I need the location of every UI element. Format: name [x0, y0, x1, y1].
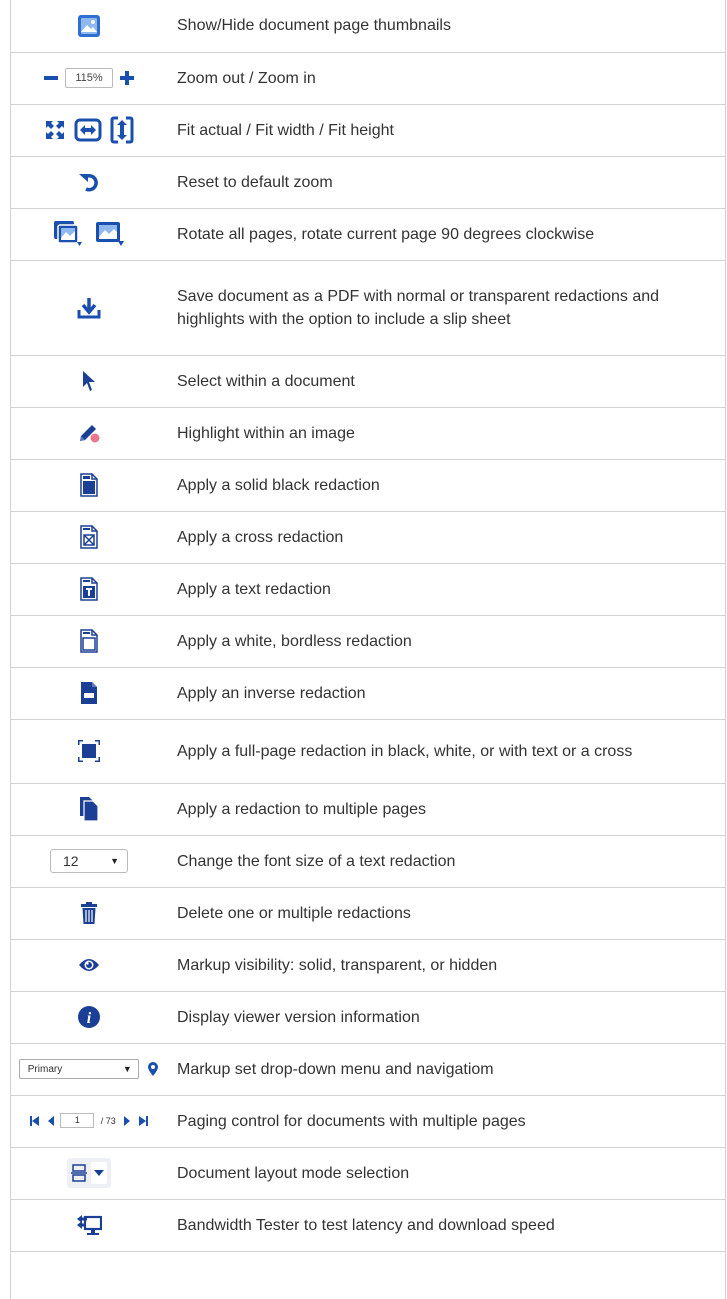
markup-set-select[interactable]: Primary ▼	[18, 1059, 139, 1079]
description-text: Apply a text redaction	[168, 563, 726, 616]
description-text: Show/Hide document page thumbnails	[168, 0, 726, 53]
multi-page-redaction-icon[interactable]	[79, 796, 99, 822]
table-row: Fit actual / Fit width / Fit height	[10, 104, 726, 157]
description-text: Bandwidth Tester to test latency and dow…	[168, 1199, 726, 1252]
table-row: Apply a text redaction	[10, 563, 726, 616]
zoom-out-icon[interactable]	[43, 70, 59, 86]
description-text: Document layout mode selection	[168, 1147, 726, 1200]
table-row: Document layout mode selection	[10, 1147, 726, 1200]
table-row: i Display viewer version information	[10, 991, 726, 1044]
table-row: Apply a white, bordless redaction	[10, 615, 726, 668]
layout-mode-icon	[71, 1164, 87, 1182]
table-row: Markup visibility: solid, transparent, o…	[10, 939, 726, 992]
eye-icon[interactable]	[78, 957, 100, 973]
white-redaction-icon[interactable]	[80, 629, 98, 653]
table-row: Apply an inverse redaction	[10, 667, 726, 720]
description-text: Save document as a PDF with normal or tr…	[168, 260, 726, 356]
description-text: Rotate all pages, rotate current page 90…	[168, 208, 726, 261]
description-text: Apply a solid black redaction	[168, 459, 726, 512]
description-text: Change the font size of a text redaction	[168, 835, 726, 888]
description-text: Display viewer version information	[168, 991, 726, 1044]
table-row: 115% Zoom out / Zoom in	[10, 52, 726, 105]
markup-set-value: Primary	[27, 1063, 63, 1075]
save-download-icon[interactable]	[77, 296, 101, 320]
description-text: Apply a full-page redaction in black, wh…	[168, 719, 726, 784]
table-row: Apply a solid black redaction	[10, 459, 726, 512]
cross-redaction-icon[interactable]	[80, 525, 98, 549]
table-row: Apply a cross redaction	[10, 511, 726, 564]
icon-reference-table: Show/Hide document page thumbnails 115% …	[10, 0, 726, 1252]
table-row: Apply a redaction to multiple pages	[10, 783, 726, 836]
table-row: Reset to default zoom	[10, 156, 726, 209]
description-text: Markup visibility: solid, transparent, o…	[168, 939, 726, 992]
page-total: / 73	[100, 1115, 116, 1126]
description-text: Reset to default zoom	[168, 156, 726, 209]
font-size-value: 12	[63, 853, 79, 869]
description-text: Paging control for documents with multip…	[168, 1095, 726, 1148]
description-text: Zoom out / Zoom in	[168, 52, 726, 105]
table-row: Primary ▼ Markup set drop-down menu and …	[10, 1043, 726, 1096]
font-size-select[interactable]: 12 ▼	[50, 849, 128, 873]
description-text: Delete one or multiple redactions	[168, 887, 726, 940]
next-page-icon[interactable]	[124, 1115, 131, 1126]
svg-text:i: i	[87, 1010, 92, 1027]
table-row: Save document as a PDF with normal or tr…	[10, 260, 726, 356]
reset-zoom-icon[interactable]	[78, 171, 100, 193]
table-row: Bandwidth Tester to test latency and dow…	[10, 1199, 726, 1252]
zoom-level-input[interactable]: 115%	[65, 68, 113, 88]
layout-dropdown-icon	[91, 1162, 107, 1184]
description-text: Highlight within an image	[168, 407, 726, 460]
description-text: Apply a white, bordless redaction	[168, 615, 726, 668]
table-row: Apply a full-page redaction in black, wh…	[10, 719, 726, 784]
table-row: 12 ▼ Change the font size of a text reda…	[10, 835, 726, 888]
bandwidth-tester-icon[interactable]	[76, 1214, 102, 1236]
description-text: Fit actual / Fit width / Fit height	[168, 104, 726, 157]
table-row: Show/Hide document page thumbnails	[10, 0, 726, 53]
map-pin-icon[interactable]	[147, 1061, 159, 1077]
trash-icon[interactable]	[80, 901, 98, 925]
fit-height-icon[interactable]	[110, 116, 134, 144]
inverse-redaction-icon[interactable]	[80, 681, 98, 705]
highlight-pen-icon[interactable]	[77, 422, 101, 444]
description-text: Apply a cross redaction	[168, 511, 726, 564]
select-pointer-icon[interactable]	[81, 370, 97, 392]
description-text: Apply a redaction to multiple pages	[168, 783, 726, 836]
description-text: Select within a document	[168, 355, 726, 408]
text-redaction-icon[interactable]	[80, 577, 98, 601]
zoom-in-icon[interactable]	[119, 70, 135, 86]
dropdown-arrow-icon: ▼	[110, 856, 119, 866]
last-page-icon[interactable]	[138, 1115, 148, 1126]
rotate-all-pages-icon[interactable]	[53, 220, 83, 248]
info-icon[interactable]: i	[77, 1005, 101, 1029]
solid-redaction-icon[interactable]	[80, 473, 98, 497]
table-row: Select within a document	[10, 355, 726, 408]
table-row: Delete one or multiple redactions	[10, 887, 726, 940]
description-text: Markup set drop-down menu and navigatiom	[168, 1043, 726, 1096]
rotate-current-page-icon[interactable]	[95, 220, 125, 248]
first-page-icon[interactable]	[30, 1115, 40, 1126]
full-page-redaction-icon[interactable]	[77, 739, 101, 763]
fit-width-icon[interactable]	[74, 118, 102, 142]
table-row: Rotate all pages, rotate current page 90…	[10, 208, 726, 261]
thumbnails-icon[interactable]	[77, 14, 101, 38]
table-row: Highlight within an image	[10, 407, 726, 460]
dropdown-arrow-icon: ▼	[122, 1064, 132, 1074]
page-number-input[interactable]: 1	[60, 1113, 95, 1129]
table-row: 1 / 73 Paging control for documents with…	[10, 1095, 726, 1148]
fit-actual-icon[interactable]	[44, 119, 66, 141]
layout-mode-selector[interactable]	[67, 1158, 111, 1188]
description-text: Apply an inverse redaction	[168, 667, 726, 720]
previous-page-icon[interactable]	[47, 1115, 54, 1126]
